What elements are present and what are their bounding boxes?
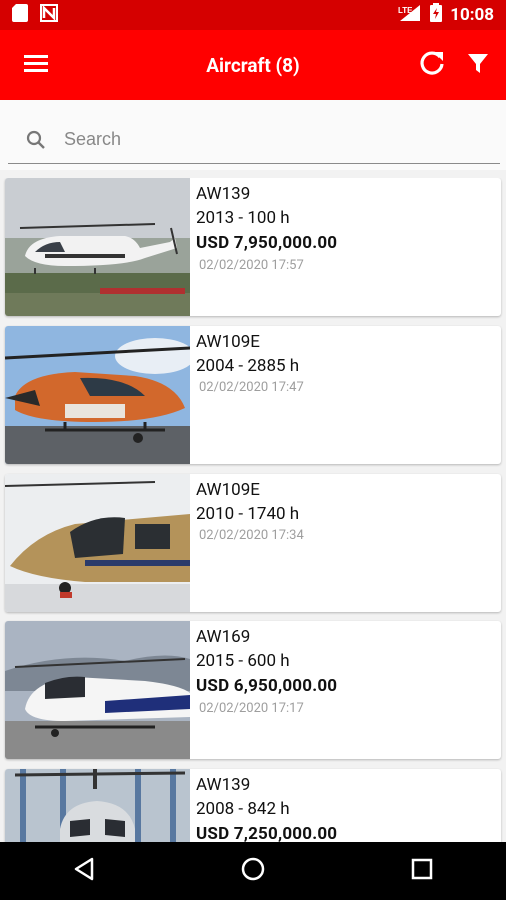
aircraft-photo [5, 178, 190, 316]
back-button[interactable] [54, 842, 114, 900]
aircraft-year-hours: 2004 - 2885 h [196, 356, 300, 376]
aircraft-date: 02/02/2020 17:57 [199, 258, 304, 273]
filter-button[interactable] [450, 30, 506, 100]
aircraft-year-hours: 2015 - 600 h [196, 651, 290, 671]
aircraft-model: AW109E [196, 332, 260, 352]
aircraft-card[interactable]: AW169 2015 - 600 h USD 6,950,000.00 02/0… [5, 621, 501, 759]
aircraft-date: 02/02/2020 17:17 [199, 701, 304, 716]
aircraft-card[interactable]: AW109E 2010 - 1740 h 02/02/2020 17:34 [5, 474, 501, 612]
aircraft-card[interactable]: AW109E 2004 - 2885 h 02/02/2020 17:47 [5, 326, 501, 464]
home-circle-icon [240, 856, 266, 886]
aircraft-price: USD 7,250,000.00 [196, 824, 338, 842]
aircraft-photo [5, 326, 190, 464]
aircraft-photo [5, 474, 190, 612]
battery-icon [430, 3, 443, 27]
aircraft-date: 02/02/2020 17:34 [199, 528, 304, 543]
aircraft-model: AW139 [196, 184, 251, 204]
filter-icon [467, 52, 489, 78]
system-nav-bar [0, 842, 506, 900]
search-input[interactable] [64, 129, 444, 150]
app-bar: Aircraft (8) [0, 30, 506, 100]
home-button[interactable] [223, 842, 283, 900]
aircraft-price: USD 6,950,000.00 [196, 676, 338, 696]
recents-button[interactable] [392, 842, 452, 900]
search-field [8, 116, 500, 164]
back-triangle-icon [73, 857, 95, 885]
aircraft-model: AW139 [196, 775, 251, 795]
sd-card-icon [12, 4, 28, 26]
aircraft-list[interactable]: AW139 2013 - 100 h USD 7,950,000.00 02/0… [0, 178, 506, 842]
aircraft-model: AW169 [196, 627, 251, 647]
aircraft-card[interactable]: AW139 2008 - 842 h USD 7,250,000.00 [5, 769, 501, 842]
aircraft-model: AW109E [196, 480, 260, 500]
lte-signal-icon: LTE [398, 4, 422, 27]
aircraft-year-hours: 2008 - 842 h [196, 799, 290, 819]
aircraft-photo [5, 621, 190, 759]
recents-square-icon [411, 858, 433, 884]
status-bar: LTE 10:08 [0, 0, 506, 30]
search-bar [0, 100, 506, 170]
notification-n-icon [40, 4, 58, 26]
refresh-icon [419, 50, 445, 80]
aircraft-price: USD 7,950,000.00 [196, 233, 338, 253]
aircraft-year-hours: 2010 - 1740 h [196, 504, 300, 524]
aircraft-date: 02/02/2020 17:47 [199, 380, 304, 395]
aircraft-photo [5, 769, 190, 842]
aircraft-card[interactable]: AW139 2013 - 100 h USD 7,950,000.00 02/0… [5, 178, 501, 316]
svg-text:LTE: LTE [398, 6, 413, 15]
clock-text: 10:08 [450, 5, 494, 25]
search-icon [8, 130, 64, 150]
aircraft-year-hours: 2013 - 100 h [196, 208, 290, 228]
